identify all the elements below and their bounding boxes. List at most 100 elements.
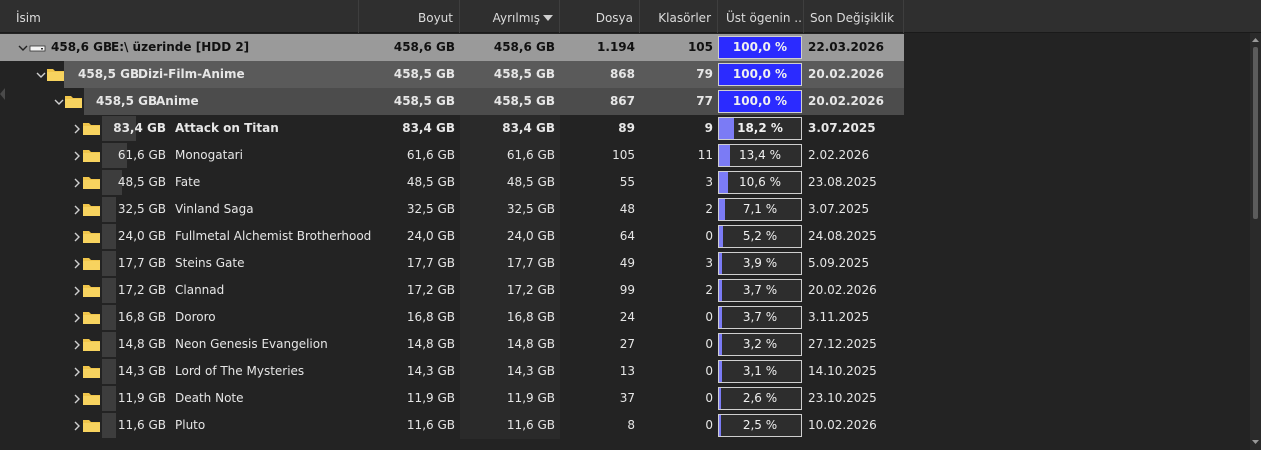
percent-of-parent-bar: 2,5 % bbox=[718, 414, 802, 437]
last-modified: 24.08.2025 bbox=[808, 229, 877, 243]
size-value: 17,7 GB bbox=[406, 256, 455, 270]
chevron-right-icon[interactable] bbox=[71, 250, 83, 277]
allocated-value: 24,0 GB bbox=[506, 229, 555, 243]
allocated-value: 458,6 GB bbox=[493, 40, 555, 54]
scroll-down-icon[interactable] bbox=[1250, 436, 1261, 447]
chevron-right-icon[interactable] bbox=[71, 358, 83, 385]
folder-icon bbox=[83, 203, 100, 216]
file-count: 24 bbox=[619, 310, 635, 324]
chevron-right-icon[interactable] bbox=[71, 385, 83, 412]
percent-text: 10,6 % bbox=[739, 175, 781, 189]
item-name[interactable]: Pluto bbox=[175, 412, 205, 439]
item-name[interactable]: Attack on Titan bbox=[175, 115, 279, 142]
item-name[interactable]: Fullmetal Alchemist Brotherhood bbox=[175, 223, 371, 250]
percent-text: 3,7 % bbox=[742, 310, 778, 324]
chevron-right-icon[interactable] bbox=[71, 331, 83, 358]
table-row[interactable]: 17,2 GB Clannad 17,2 GB 17,2 GB 99 2 3,7 % 20.0… bbox=[0, 277, 904, 304]
column-header: İsim Boyut Ayrılmış Dosya Klasörler Üst … bbox=[0, 0, 1261, 33]
table-row[interactable]: 458,5 GB Dizi-Film-Anime 458,5 GB 458,5 GB 8… bbox=[0, 61, 904, 88]
percent-text: 3,9 % bbox=[742, 256, 778, 270]
item-name[interactable]: Steins Gate bbox=[175, 250, 244, 277]
size-value: 83,4 GB bbox=[402, 121, 455, 135]
scroll-up-icon[interactable] bbox=[1250, 35, 1261, 46]
table-row[interactable]: 83,4 GB Attack on Titan 83,4 GB 83,4 GB 89 9 1… bbox=[0, 115, 904, 142]
folder-icon bbox=[83, 230, 100, 243]
column-header-size[interactable]: Boyut bbox=[359, 0, 460, 33]
last-modified: 22.03.2026 bbox=[808, 40, 884, 54]
chevron-right-icon[interactable] bbox=[71, 115, 83, 142]
folder-count: 0 bbox=[705, 337, 713, 351]
table-row[interactable]: 458,6 GB E:\ üzerinde [HDD 2] 458,6 GB 458,… bbox=[0, 34, 904, 61]
file-count: 867 bbox=[609, 94, 635, 108]
size-value: 458,5 GB bbox=[393, 94, 455, 108]
percent-text: 18,2 % bbox=[737, 121, 783, 135]
folder-icon bbox=[83, 392, 100, 405]
allocated-value: 14,8 GB bbox=[506, 337, 555, 351]
folder-count: 2 bbox=[705, 283, 713, 297]
item-name[interactable]: E:\ üzerinde [HDD 2] bbox=[111, 34, 249, 61]
chevron-right-icon[interactable] bbox=[71, 196, 83, 223]
item-name[interactable]: Monogatari bbox=[175, 142, 243, 169]
table-row[interactable]: 32,5 GB Vinland Saga 32,5 GB 32,5 GB 48 2 7,1 … bbox=[0, 196, 904, 223]
chevron-right-icon[interactable] bbox=[71, 412, 83, 439]
vertical-scrollbar[interactable] bbox=[1250, 33, 1261, 450]
item-name[interactable]: Neon Genesis Evangelion bbox=[175, 331, 328, 358]
chevron-down-icon[interactable] bbox=[35, 61, 47, 88]
item-size-label: 14,8 GB bbox=[117, 337, 166, 351]
last-modified: 3.07.2025 bbox=[808, 121, 876, 135]
file-count: 105 bbox=[612, 148, 635, 162]
column-header-name[interactable]: İsim bbox=[0, 0, 359, 33]
chevron-right-icon[interactable] bbox=[71, 277, 83, 304]
item-name[interactable]: Fate bbox=[175, 169, 200, 196]
percent-text: 3,7 % bbox=[742, 283, 778, 297]
table-row[interactable]: 14,3 GB Lord of The Mysteries 14,3 GB 14,3 … bbox=[0, 358, 904, 385]
column-header-modified[interactable]: Son Değişiklik bbox=[804, 0, 904, 33]
size-value: 14,3 GB bbox=[406, 364, 455, 378]
column-header-folders[interactable]: Klasörler bbox=[640, 0, 718, 33]
last-modified: 5.09.2025 bbox=[808, 256, 870, 270]
item-name[interactable]: Dizi-Film-Anime bbox=[138, 61, 245, 88]
chevron-right-icon[interactable] bbox=[71, 223, 83, 250]
percent-text: 100,0 % bbox=[732, 40, 788, 54]
percent-text: 3,1 % bbox=[742, 364, 778, 378]
table-row[interactable]: 48,5 GB Fate 48,5 GB 48,5 GB 55 3 10,6 % 23.08.… bbox=[0, 169, 904, 196]
column-header-parent-percent[interactable]: Üst ögenin ... bbox=[718, 0, 804, 33]
table-row[interactable]: 11,9 GB Death Note 11,9 GB 11,9 GB 37 0 2,6 % 2… bbox=[0, 385, 904, 412]
last-modified: 10.02.2026 bbox=[808, 418, 877, 432]
size-value: 458,5 GB bbox=[393, 67, 455, 81]
column-header-allocated[interactable]: Ayrılmış bbox=[460, 0, 560, 33]
item-name[interactable]: Death Note bbox=[175, 385, 244, 412]
last-modified: 3.11.2025 bbox=[808, 310, 870, 324]
tree-list[interactable]: 458,6 GB E:\ üzerinde [HDD 2] 458,6 GB 458,… bbox=[0, 33, 1250, 450]
table-row[interactable]: 17,7 GB Steins Gate 17,7 GB 17,7 GB 49 3 3,9 %… bbox=[0, 250, 904, 277]
folder-icon bbox=[83, 365, 100, 378]
file-count: 99 bbox=[619, 283, 635, 297]
table-row[interactable]: 14,8 GB Neon Genesis Evangelion 14,8 GB 14,… bbox=[0, 331, 904, 358]
item-name[interactable]: Lord of The Mysteries bbox=[175, 358, 304, 385]
table-row[interactable]: 11,6 GB Pluto 11,6 GB 11,6 GB 8 0 2,5 % 10.02.2… bbox=[0, 412, 904, 439]
table-row[interactable]: 61,6 GB Monogatari 61,6 GB 61,6 GB 105 11 13,4… bbox=[0, 142, 904, 169]
percent-of-parent-bar: 3,7 % bbox=[718, 306, 802, 329]
item-name[interactable]: Anime bbox=[156, 88, 199, 115]
folder-icon bbox=[83, 284, 100, 297]
table-row[interactable]: 16,8 GB Dororo 16,8 GB 16,8 GB 24 0 3,7 % 3.11.… bbox=[0, 304, 904, 331]
item-size-label: 458,5 GB bbox=[78, 67, 140, 81]
item-name[interactable]: Dororo bbox=[175, 304, 216, 331]
chevron-down-icon[interactable] bbox=[17, 34, 29, 61]
chevron-right-icon[interactable] bbox=[71, 169, 83, 196]
allocated-value: 11,6 GB bbox=[506, 418, 555, 432]
last-modified: 2.02.2026 bbox=[808, 148, 870, 162]
item-name[interactable]: Clannad bbox=[175, 277, 224, 304]
chevron-right-icon[interactable] bbox=[71, 304, 83, 331]
folder-count: 9 bbox=[704, 121, 713, 135]
item-name[interactable]: Vinland Saga bbox=[175, 196, 254, 223]
chevron-down-icon[interactable] bbox=[53, 88, 65, 115]
table-row[interactable]: 458,5 GB Anime 458,5 GB 458,5 GB 867 77 100,0 … bbox=[0, 88, 904, 115]
item-size-label: 14,3 GB bbox=[117, 364, 166, 378]
size-value: 11,9 GB bbox=[406, 391, 455, 405]
allocated-value: 32,5 GB bbox=[506, 202, 555, 216]
scrollbar-thumb[interactable] bbox=[1253, 47, 1258, 219]
chevron-right-icon[interactable] bbox=[71, 142, 83, 169]
table-row[interactable]: 24,0 GB Fullmetal Alchemist Brotherhood 24… bbox=[0, 223, 904, 250]
column-header-files[interactable]: Dosya bbox=[560, 0, 640, 33]
